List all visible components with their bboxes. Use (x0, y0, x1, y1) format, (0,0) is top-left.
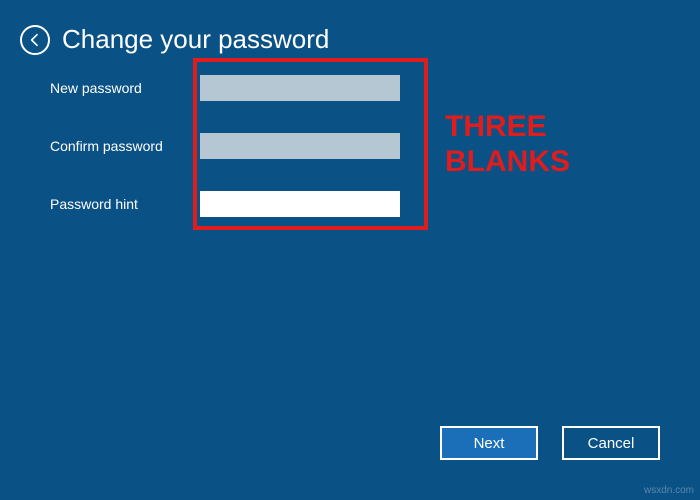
field-row-password-hint: Password hint (50, 191, 650, 217)
arrow-left-icon (27, 32, 43, 48)
annotation-line2: BLANKS (445, 145, 570, 180)
confirm-password-input[interactable] (200, 133, 400, 159)
annotation-line1: THREE (445, 110, 570, 145)
watermark: wsxdn.com (644, 485, 694, 496)
annotation-text: THREE BLANKS (445, 110, 570, 179)
password-form: New password Confirm password Password h… (0, 65, 700, 227)
button-bar: Next Cancel (440, 426, 660, 460)
password-hint-input[interactable] (200, 191, 400, 217)
cancel-button[interactable]: Cancel (562, 426, 660, 460)
header: Change your password (0, 0, 700, 65)
page-title: Change your password (62, 24, 329, 55)
new-password-input[interactable] (200, 75, 400, 101)
password-hint-label: Password hint (50, 196, 200, 212)
confirm-password-label: Confirm password (50, 138, 200, 154)
next-button[interactable]: Next (440, 426, 538, 460)
field-row-new-password: New password (50, 75, 650, 101)
back-button[interactable] (20, 25, 50, 55)
new-password-label: New password (50, 80, 200, 96)
